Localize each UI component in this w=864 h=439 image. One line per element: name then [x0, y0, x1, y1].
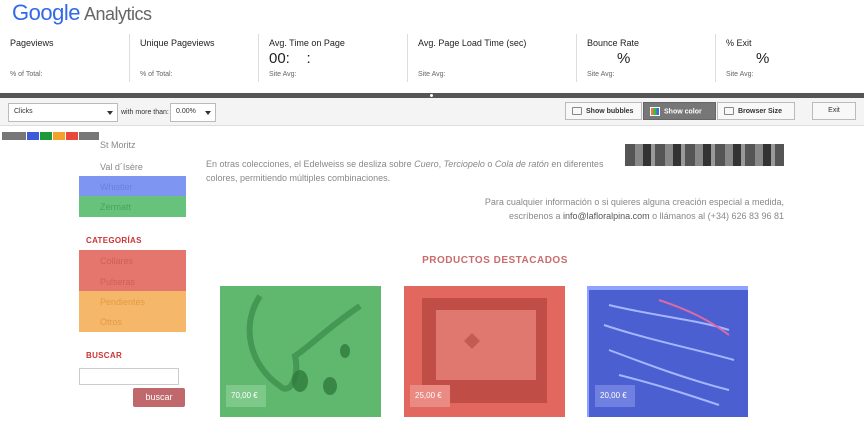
show-color-label: Show color: [664, 108, 702, 116]
in-page-toolbar: Clicks with more than: 0.00% Show bubble…: [0, 98, 864, 126]
sidebar-link-st-moritz[interactable]: St Moritz: [79, 136, 186, 150]
metric-bounce-rate[interactable]: Bounce Rate % Site Avg:: [576, 34, 715, 82]
metric-avg-time-on-page[interactable]: Avg. Time on Page 00: : Site Avg:: [258, 34, 407, 82]
contact-email-link[interactable]: info@lafloralpina.com: [563, 211, 650, 221]
product-card-giftbox[interactable]: 25,00 €: [404, 286, 565, 417]
show-bubbles-label: Show bubbles: [586, 107, 634, 115]
metric-label: Bounce Rate: [587, 38, 640, 48]
metric-sub: % of Total:: [140, 71, 173, 78]
metric-exit[interactable]: % Exit % Site Avg:: [715, 34, 855, 82]
metric-sub: % of Total:: [10, 71, 43, 78]
sidebar-link-whistler[interactable]: Whistler: [79, 176, 186, 197]
chevron-down-icon: [107, 111, 113, 115]
bubble-icon: [572, 107, 582, 115]
metric-select-value: Clicks: [14, 108, 33, 115]
logo-brand: Google: [12, 0, 80, 25]
product-price: 20,00 €: [595, 385, 635, 407]
category-otros[interactable]: Otros: [79, 311, 186, 332]
metric-label: Unique Pageviews: [140, 38, 215, 48]
product-price: 70,00 €: [226, 385, 266, 407]
metrics-row: Pageviews % of Total: Unique Pageviews %…: [0, 34, 864, 86]
metric-sub: Site Avg:: [269, 71, 297, 78]
metric-value: [140, 50, 248, 68]
contact-paragraph: Para cualquier información o si quieres …: [484, 197, 784, 221]
metric-label: Avg. Page Load Time (sec): [418, 38, 527, 48]
metric-pageviews[interactable]: Pageviews % of Total:: [0, 34, 129, 82]
show-bubbles-button[interactable]: Show bubbles: [565, 102, 642, 120]
categories-title: CATEGORÍAS: [86, 236, 142, 245]
collapse-handle-icon: [430, 94, 433, 97]
metric-avg-page-load-time[interactable]: Avg. Page Load Time (sec) Site Avg:: [407, 34, 576, 82]
legend-swatch: [53, 132, 65, 140]
google-analytics-logo: Google Analytics: [12, 0, 152, 26]
color-icon: [650, 107, 660, 116]
legend-swatch: [2, 132, 26, 140]
metric-label: Avg. Time on Page: [269, 38, 345, 48]
browser-window-icon: [724, 107, 734, 115]
exit-label: Exit: [828, 107, 840, 114]
search-button[interactable]: buscar: [133, 388, 185, 407]
show-color-button[interactable]: Show color: [643, 102, 716, 120]
metric-unique-pageviews[interactable]: Unique Pageviews % of Total:: [129, 34, 258, 82]
sidebar-link-zermatt[interactable]: Zermatt: [79, 196, 186, 217]
metric-label: Pageviews: [10, 38, 54, 48]
category-pulseras[interactable]: Pulseras: [79, 271, 186, 292]
product-card-necklace[interactable]: 70,00 €: [220, 286, 381, 417]
metric-sub: Site Avg:: [726, 71, 754, 78]
search-title: BUSCAR: [86, 351, 123, 360]
browser-size-label: Browser Size: [738, 107, 782, 115]
exit-button[interactable]: Exit: [812, 102, 856, 120]
product-card-bracelets[interactable]: 20,00 €: [587, 286, 748, 417]
collections-paragraph: En otras colecciones, el Edelweiss se de…: [206, 159, 604, 183]
threshold-select[interactable]: 0.00%: [170, 103, 216, 122]
metric-sub: Site Avg:: [418, 71, 446, 78]
metric-value: %: [617, 50, 631, 67]
metric-value: [10, 50, 119, 68]
ga-header: Google Analytics: [0, 0, 864, 34]
metric-sub: Site Avg:: [587, 71, 615, 78]
legend-swatch: [66, 132, 78, 140]
with-more-than-label: with more than:: [121, 109, 169, 116]
legend-swatch: [27, 132, 39, 140]
search-input[interactable]: [79, 368, 179, 385]
metric-value: [418, 50, 566, 68]
logo-product: Analytics: [83, 4, 152, 24]
product-price: 25,00 €: [410, 385, 450, 407]
legend-swatch: [40, 132, 52, 140]
threshold-select-value: 0.00%: [176, 108, 196, 115]
browser-size-button[interactable]: Browser Size: [717, 102, 795, 120]
metric-value: 00: :: [269, 50, 311, 67]
metric-select[interactable]: Clicks: [8, 103, 118, 122]
metric-label: % Exit: [726, 38, 752, 48]
category-pendientes[interactable]: Pendientes: [79, 291, 186, 312]
chevron-down-icon: [205, 111, 211, 115]
edelweiss-banner-image: [625, 144, 784, 166]
featured-products-title: PRODUCTOS DESTACADOS: [422, 255, 568, 266]
sidebar-link-val-disere[interactable]: Val d´Isère: [79, 156, 186, 177]
metric-value: %: [756, 50, 770, 67]
